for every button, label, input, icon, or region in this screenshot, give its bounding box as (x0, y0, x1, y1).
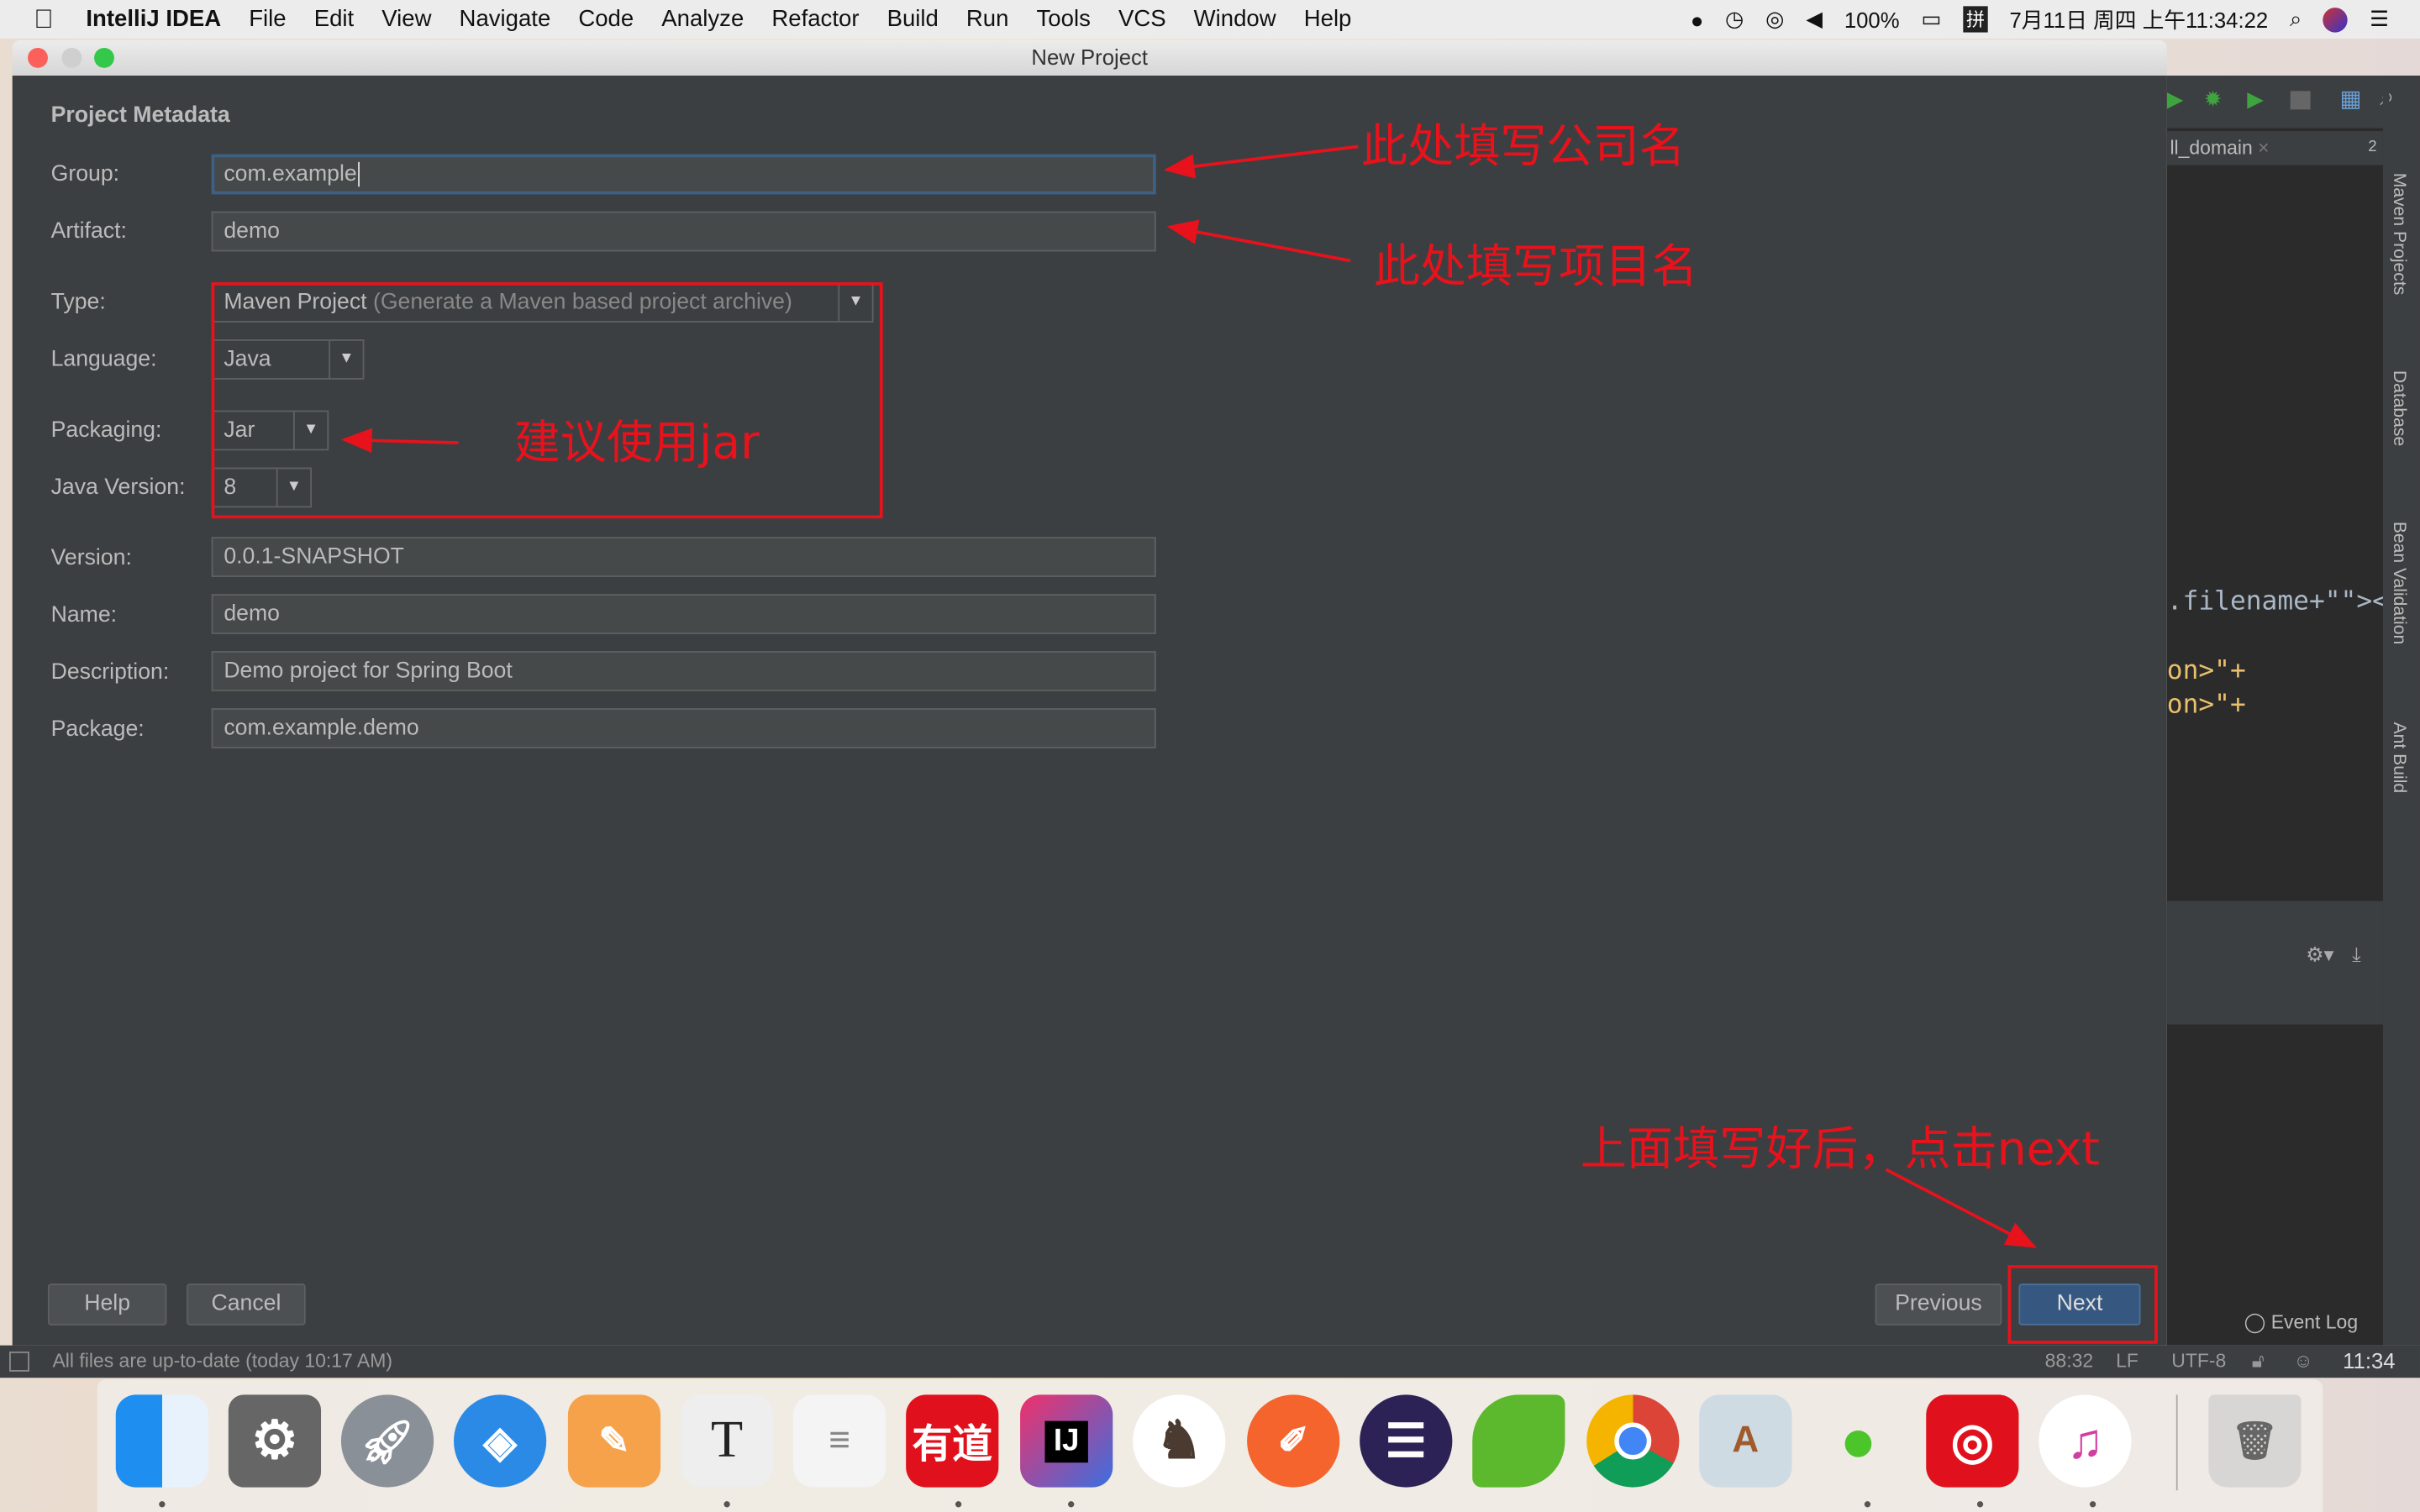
preview-icon[interactable]: A (1699, 1394, 1792, 1488)
netease-music-icon[interactable]: ◎ (1926, 1394, 2019, 1488)
dock: ⚙ 🚀︎ ◈ ✎ T ≡ 有道 IJ ♞ ✐ ☰ A ● ◎ ♫ 🗑︎ (97, 1379, 2323, 1512)
textedit-icon[interactable]: T (680, 1394, 774, 1488)
line-separator[interactable]: LF (2116, 1346, 2139, 1378)
status-message: All files are up-to-date (today 10:17 AM… (52, 1350, 393, 1372)
tool-windows-icon[interactable] (9, 1351, 29, 1372)
arrow-to-next (1885, 1168, 2038, 1248)
itunes-icon[interactable]: ♫ (2039, 1394, 2132, 1488)
youdao-icon[interactable]: 有道 (906, 1394, 999, 1488)
arrow-to-packaging (340, 428, 459, 454)
notes-icon[interactable]: ≡ (793, 1394, 886, 1488)
trash-icon[interactable]: 🗑︎ (2208, 1394, 2302, 1488)
postman-icon[interactable]: ✐ (1247, 1394, 1340, 1488)
arrow-to-artifact (1166, 219, 1351, 263)
inspector-icon[interactable]: ☺ (2293, 1346, 2312, 1378)
chrome-icon[interactable] (1586, 1394, 1680, 1488)
caret-position[interactable]: 88:32 (2045, 1346, 2093, 1378)
arrow-to-group (1163, 144, 1359, 179)
beaver-app-icon[interactable]: ♞ (1133, 1394, 1226, 1488)
wechat-dock-icon[interactable]: ● (1812, 1394, 1904, 1487)
encoding[interactable]: UTF-8 (2171, 1346, 2226, 1378)
safari-icon[interactable]: ◈ (453, 1394, 547, 1488)
intellij-label: IJ (1044, 1420, 1089, 1462)
intellij-icon[interactable]: IJ (1020, 1394, 1113, 1488)
leaf-app-icon[interactable] (1472, 1394, 1565, 1488)
lock-icon[interactable]: 🔓︎ (2252, 1346, 2265, 1378)
clock: 11:34 (2343, 1348, 2396, 1373)
finder-icon[interactable] (115, 1394, 208, 1488)
launchpad-icon[interactable]: 🚀︎ (340, 1394, 434, 1488)
annotation-arrows (340, 144, 2038, 1248)
status-bar: All files are up-to-date (today 10:17 AM… (0, 1345, 2420, 1378)
pages-icon[interactable]: ✎ (567, 1394, 661, 1488)
system-preferences-icon[interactable]: ⚙ (228, 1394, 322, 1488)
eclipse-icon[interactable]: ☰ (1360, 1394, 1453, 1488)
